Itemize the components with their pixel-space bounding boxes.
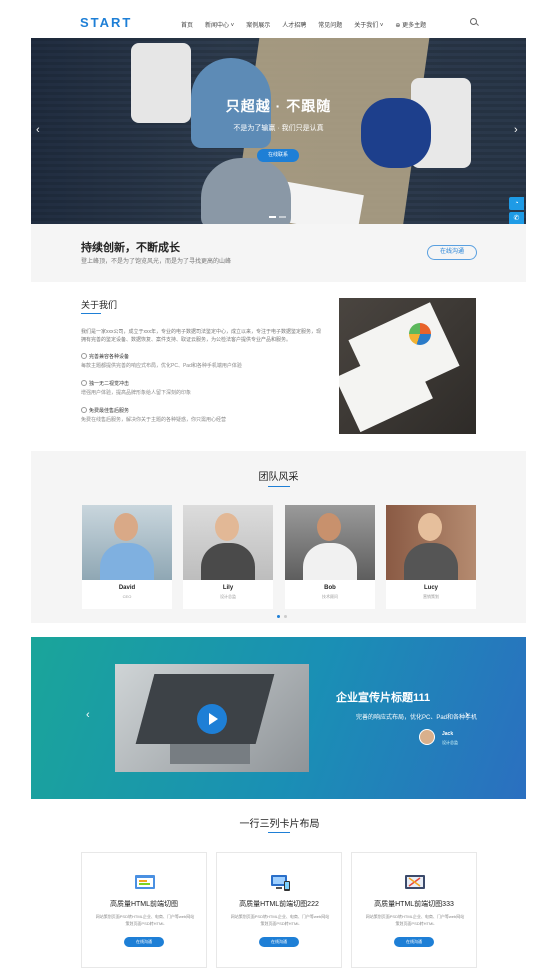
member-photo [82,505,172,580]
member-head [317,513,341,541]
video-player[interactable] [115,664,309,772]
member-photo [386,505,476,580]
site-header: START 首页 新闻中心 ˅ 案例展示 人才招聘 常见问题 关于我们 ˅ ⊕ … [0,0,559,38]
feature-desc: 免费在线售后服务，解决你关于主题的各种疑惑，你只需用心经营 [81,417,227,423]
hero-prev-arrow-icon[interactable]: ‹ [36,124,40,136]
feature-desc: 每款主题都提供完善的响应式布局，优化PC、Pad和各种手机端用户体验 [81,363,242,369]
member-head [114,513,138,541]
member-role: 营销策划 [423,594,439,599]
team-card[interactable]: Lucy 营销策划 [386,505,476,609]
member-role: 设计总监 [220,594,236,599]
author-avatar [419,729,435,745]
member-role: CEO [122,594,132,599]
feature-card-desc: 网站策划页面PSD转HTML企业、电商、门户等web网站策划页面PSD转HTML [365,914,465,926]
team-underline [268,486,290,487]
feature-title: 完善兼容各种设备 [81,353,242,360]
devices-icon [271,875,290,891]
feature-card-title: 高质量HTML前端切图 [109,901,179,908]
hero-dot[interactable] [279,216,286,218]
video-keyboard-graphic [170,744,250,764]
about-underline [81,313,101,314]
author-role: 设计总监 [442,740,458,745]
about-feature: 免费最佳售后服务 免费在线售后服务，解决你关于主题的各种疑惑，你只需用心经营 [81,407,226,423]
search-icon[interactable] [470,18,477,25]
author-name: Jack [442,731,454,737]
feature-title: 独一无二视觉冲击 [81,380,191,387]
feature-card-title: 高质量HTML前端切图333 [374,901,454,908]
nav-item-jobs[interactable]: 人才招聘 [282,20,306,29]
video-prev-arrow-icon[interactable]: ‹ [86,709,90,721]
member-photo [285,505,375,580]
hero-pagination [269,216,286,218]
nav-item-about[interactable]: 关于我们 ˅ [354,20,383,29]
slogan-contact-button[interactable]: 在线沟通 [427,245,477,260]
feature-card: 高质量HTML前端切图222 网站策划页面PSD转HTML企业、电商、门户等we… [216,852,342,968]
member-photo [183,505,273,580]
feature-card-button[interactable]: 在线沟通 [124,937,164,947]
hero-photo-person [201,158,291,224]
about-feature: 独一无二视觉冲击 增强用户体验，提高品牌形象给人留下深刻的印象 [81,380,191,396]
team-dot[interactable] [277,615,280,618]
about-feature: 完善兼容各种设备 每款主题都提供完善的响应式布局，优化PC、Pad和各种手机端用… [81,353,242,369]
feature-card-desc: 网站策划页面PSD转HTML企业、电商、门户等web网站策划页面PSD转HTML [230,914,330,926]
team-card[interactable]: Lily 设计总监 [183,505,273,609]
member-name: Bob [324,585,336,591]
pie-chart-graphic [409,323,431,345]
member-body [404,543,458,580]
site-logo[interactable]: START [80,15,132,30]
cards-section-title: 一行三列卡片布局 [239,819,320,830]
nav-item-more-themes[interactable]: ⊕ 更多主题 [395,20,426,29]
member-name: Lily [222,585,234,591]
feature-card: 高质量HTML前端切图 网站策划页面PSD转HTML企业、电商、门户等web网站… [81,852,207,968]
slogan-band: 持续创新，不断成长 登上峰顶，不是为了饱览风光，而是为了寻找更高的山峰 在线沟通 [31,224,526,282]
browser-code-icon [135,875,155,889]
feature-card-button[interactable]: 在线沟通 [394,937,434,947]
feature-title: 免费最佳售后服务 [81,407,226,414]
member-role: 技术顾问 [322,594,338,599]
play-icon[interactable] [197,704,227,734]
hero-banner: 只超越 · 不跟随 不是为了输赢 · 我们只是认真 在线联系 ‹ › [31,38,526,224]
design-tools-icon [405,875,425,889]
feature-card-desc: 网站策划页面PSD转HTML企业、电商、门户等web网站策划页面PSD转HTML [95,914,195,926]
team-section: 团队风采 David CEO Lily 设计总监 Bob 技术顾问 Lucy 营… [31,451,526,623]
cards-underline [268,832,290,833]
slogan-title: 持续创新，不断成长 [81,242,180,254]
team-card[interactable]: David CEO [82,505,172,609]
member-body [303,543,357,580]
slogan-text: 登上峰顶，不是为了饱览风光，而是为了寻找更高的山峰 [81,259,232,265]
member-head [215,513,239,541]
video-band: ‹ 企业宣传片标题111 完善的响应式布局，优化PC、Pad和各种手机 Jack… [31,637,526,799]
member-body [201,543,255,580]
qq-icon[interactable]: ◔ [509,197,524,210]
about-image [339,298,476,434]
nav-item-faq[interactable]: 常见问题 [318,20,342,29]
hero-subtitle: 不是为了输赢 · 我们只是认真 [233,125,324,132]
hero-contact-button[interactable]: 在线联系 [257,149,299,162]
main-nav: 首页 新闻中心 ˅ 案例展示 人才招聘 常见问题 关于我们 ˅ ⊕ 更多主题 [181,20,438,29]
nav-item-news[interactable]: 新闻中心 ˅ [205,20,234,29]
feature-card-button[interactable]: 在线沟通 [259,937,299,947]
nav-item-cases[interactable]: 案例展示 [246,20,270,29]
team-title: 团队风采 [258,472,299,483]
nav-item-home[interactable]: 首页 [181,20,193,29]
video-next-arrow-icon[interactable]: › [465,709,469,721]
member-name: David [118,585,136,591]
member-name: Lucy [423,585,438,591]
hero-next-arrow-icon[interactable]: › [514,124,518,136]
team-card[interactable]: Bob 技术顾问 [285,505,375,609]
about-text: 我们是一家xxx公司，成立于xxx年，专业的电子数据司法鉴定中心，成立以来，专注… [81,329,322,343]
feature-card: 高质量HTML前端切图333 网站策划页面PSD转HTML企业、电商、门户等we… [351,852,477,968]
feature-desc: 增强用户体验，提高品牌形象给人留下深刻的印象 [81,390,192,396]
member-body [100,543,154,580]
about-title: 关于我们 [81,300,118,310]
hero-dot[interactable] [269,216,276,218]
team-dot[interactable] [284,615,287,618]
hero-title: 只超越 · 不跟随 [225,98,332,114]
member-head [418,513,442,541]
team-pagination [277,615,287,618]
feature-card-title: 高质量HTML前端切图222 [239,901,319,908]
video-title: 企业宣传片标题111 [336,692,431,704]
video-desc: 完善的响应式布局，优化PC、Pad和各种手机 [356,715,478,721]
